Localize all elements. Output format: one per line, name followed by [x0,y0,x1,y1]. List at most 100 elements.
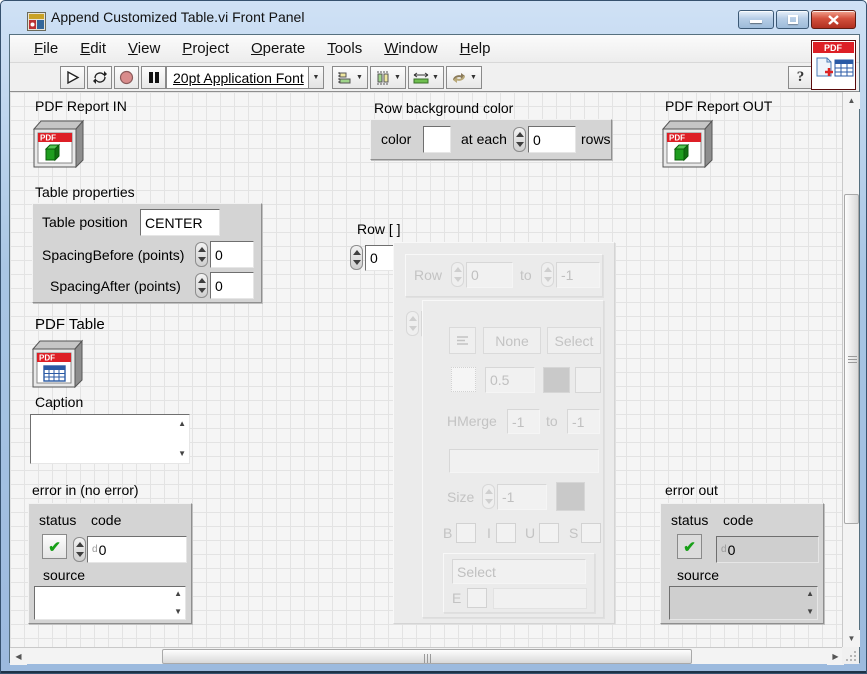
row-label: Row [414,267,442,283]
hmerge-to-label: to [546,413,558,429]
resize-objects-button[interactable]: ▼ [408,66,444,89]
error-in-code-spinner[interactable] [73,537,86,562]
row-from-field[interactable]: 0 [466,262,513,288]
pause-icon [148,71,160,84]
strike-checkbox[interactable] [581,523,601,543]
run-continuous-icon [92,70,108,85]
resize-grip[interactable] [842,647,859,664]
select-dropdown[interactable]: Select [547,327,601,354]
underline-checkbox[interactable] [539,523,559,543]
spacing-before-field[interactable]: 0 [210,241,254,268]
error-in-code-field[interactable]: d 0 [87,536,187,563]
size-field[interactable]: -1 [497,484,547,510]
maximize-button[interactable] [776,10,809,29]
scroll-down-icon[interactable]: ▼ [174,608,182,616]
scroll-up-icon: ▲ [848,96,856,105]
scroll-up-icon[interactable]: ▲ [174,590,182,598]
pdf-report-out-icon[interactable]: PDF [660,118,713,168]
spacing-before-spinner[interactable] [195,242,208,267]
color-box[interactable] [423,126,451,153]
help-button[interactable]: ? [788,66,813,89]
at-each-label: at each [461,131,507,147]
error-in-label: error in (no error) [32,482,139,498]
abort-button[interactable] [114,66,139,89]
vi-connector-icon[interactable]: PDF [811,40,856,90]
pause-button[interactable] [141,66,166,89]
underline-label: U [525,525,535,541]
font-select-field[interactable]: Select [452,559,586,584]
titlebar[interactable]: Append Customized Table.vi Front Panel [1,1,866,34]
hmerge-to-field[interactable]: -1 [567,409,600,434]
embed-label: E [452,590,461,606]
error-out-code-field: d 0 [716,536,819,563]
thumb-grip [848,356,857,363]
table-position-label: Table position [42,214,128,230]
distribute-objects-button[interactable]: ▼ [370,66,406,89]
toolbar: 20pt Application Font ▼ ▼ ▼ [10,63,859,92]
align-objects-icon [337,71,353,85]
svg-text:PDF: PDF [39,354,55,363]
none-dropdown[interactable]: None [483,327,541,354]
cell-color-swatch[interactable] [543,367,570,393]
at-each-spinner[interactable] [513,127,526,152]
cell-text-field[interactable] [449,449,599,473]
menu-tools[interactable]: Tools [317,36,372,61]
row-to-spinner[interactable] [541,262,554,287]
scroll-up-button[interactable]: ▲ [843,92,860,109]
spacing-after-field[interactable]: 0 [210,272,254,299]
menu-window[interactable]: Window [374,36,447,61]
horizontal-scroll-thumb[interactable] [162,649,692,664]
check-icon: ✔ [683,538,696,556]
at-each-field[interactable]: 0 [528,126,576,153]
scroll-up-icon[interactable]: ▲ [806,590,814,598]
spacing-after-spinner[interactable] [195,273,208,298]
reorder-button[interactable]: ▼ [446,66,482,89]
front-panel[interactable]: PDF Report IN PDF Row background color c… [10,92,844,647]
svg-text:PDF: PDF [824,43,843,53]
scroll-left-button[interactable]: ◀ [10,648,27,665]
scroll-down-icon[interactable]: ▼ [806,608,814,616]
error-in-status-checkbox[interactable]: ✔ [42,534,67,559]
minimize-button[interactable] [738,10,774,29]
row-from-spinner[interactable] [451,262,464,287]
embed-field[interactable] [493,588,587,609]
menu-project[interactable]: Project [172,36,239,61]
run-continuous-button[interactable] [87,66,112,89]
abort-icon [119,70,134,85]
row-to-field[interactable]: -1 [556,262,600,288]
pdf-table-icon[interactable]: PDF [30,338,83,388]
text-color-swatch[interactable] [575,367,601,393]
horizontal-scrollbar[interactable]: ◀ ▶ [10,647,844,664]
pdf-report-in-icon[interactable]: PDF [31,118,84,168]
menu-file[interactable]: File [24,36,68,61]
width-checkbox[interactable] [451,367,476,392]
row-array-index-spinner[interactable] [350,245,363,270]
close-button[interactable] [811,10,856,29]
align-objects-button[interactable]: ▼ [332,66,368,89]
vertical-scrollbar[interactable]: ▲ ▼ [842,92,859,647]
menu-operate[interactable]: Operate [241,36,315,61]
bold-checkbox[interactable] [456,523,476,543]
hmerge-from-field[interactable]: -1 [507,409,540,434]
width-field[interactable]: 0.5 [485,367,535,393]
scroll-up-icon[interactable]: ▲ [178,420,186,428]
table-position-field[interactable]: CENTER [140,209,220,236]
run-button[interactable] [60,66,85,89]
scroll-down-button[interactable]: ▼ [843,630,860,647]
menu-edit[interactable]: Edit [70,36,116,61]
client-area: File Edit View Project Operate Tools Win… [9,34,860,663]
error-in-source-textbox[interactable]: ▲ ▼ [34,586,186,620]
cell-array-index-spinner[interactable] [406,311,419,336]
caption-textbox[interactable]: ▲ ▼ [30,414,190,464]
scroll-down-icon[interactable]: ▼ [178,450,186,458]
size-spinner[interactable] [482,484,495,509]
justify-button[interactable] [449,327,476,354]
justify-icon [456,335,469,346]
vertical-scroll-thumb[interactable] [844,194,859,524]
font-selector[interactable]: 20pt Application Font ▼ [166,66,324,89]
font-color-swatch[interactable] [556,482,585,511]
embed-checkbox[interactable] [467,588,487,608]
menu-help[interactable]: Help [450,36,501,61]
menu-view[interactable]: View [118,36,170,61]
italic-checkbox[interactable] [496,523,516,543]
